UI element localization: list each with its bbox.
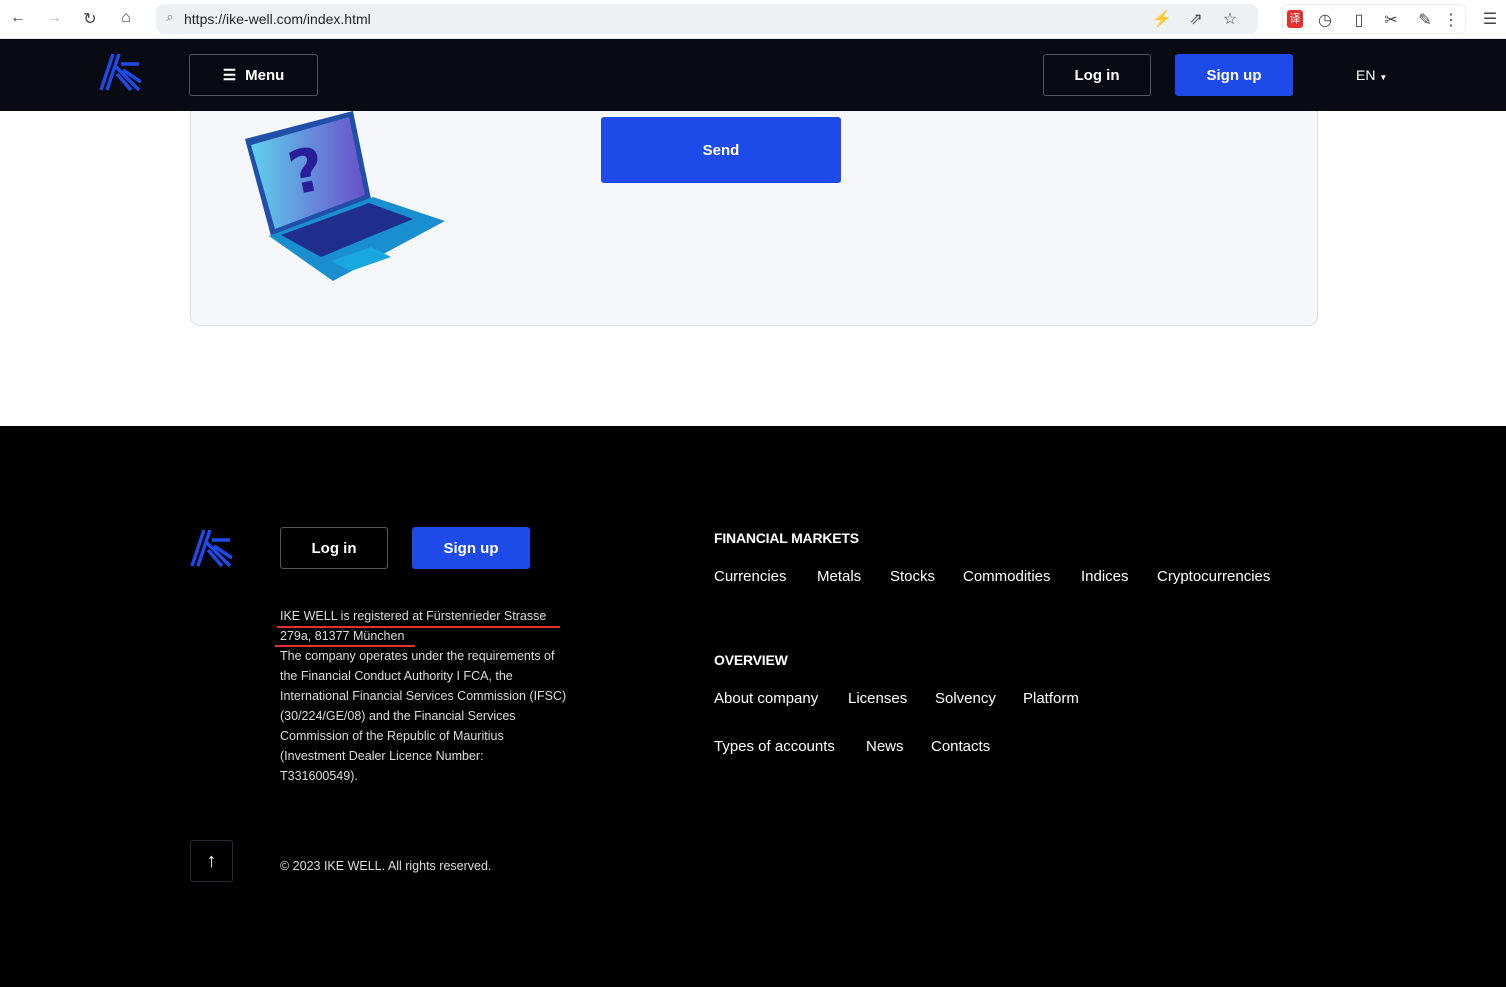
link-types-of-accounts[interactable]: Types of accounts [714, 738, 835, 755]
ike-well-logo[interactable] [99, 52, 141, 92]
url-text[interactable]: https://ike-well.com/index.html [184, 11, 371, 27]
legal-line: the Financial Conduct Authority I FCA, t… [280, 669, 513, 683]
link-about-company[interactable]: About company [714, 690, 818, 707]
legal-line: (30/224/GE/08) and the Financial Service… [280, 709, 516, 723]
lightning-icon[interactable]: ⚡ [1152, 9, 1172, 29]
address-line-2: 279a, 81377 München [280, 629, 405, 643]
top-navbar: ☰ Menu Log in Sign up EN ▼ [0, 39, 1506, 111]
send-button[interactable]: Send [601, 117, 841, 183]
legal-line: Commission of the Republic of Mauritius [280, 729, 504, 743]
footer: Log in Sign up IKE WELL is registered at… [0, 426, 1506, 987]
legal-line: International Financial Services Commiss… [280, 689, 567, 703]
company-info: IKE WELL is registered at Fürstenrieder … [280, 606, 590, 786]
link-indices[interactable]: Indices [1081, 568, 1129, 585]
language-selector[interactable]: EN ▼ [1356, 67, 1387, 83]
extensions-bar: 译 ◷ ▯ ✂ ✎ ⋮ [1282, 4, 1466, 34]
menu-button[interactable]: ☰ Menu [189, 54, 318, 96]
hamburger-icon: ☰ [222, 67, 237, 84]
legal-line: T331600549). [280, 769, 358, 783]
back-icon[interactable]: ← [8, 9, 28, 27]
link-currencies[interactable]: Currencies [714, 568, 787, 585]
scroll-to-top-button[interactable]: ↑ [190, 840, 233, 882]
financial-markets-heading: FINANCIAL MARKETS [714, 530, 859, 546]
overview-heading: OVERVIEW [714, 652, 788, 668]
pen-icon[interactable]: ✎ [1415, 10, 1435, 30]
link-commodities[interactable]: Commodities [963, 568, 1051, 585]
translate-icon[interactable]: 译 [1287, 10, 1303, 28]
link-news[interactable]: News [866, 738, 904, 755]
history-icon[interactable]: ◷ [1315, 10, 1335, 30]
red-underline [275, 645, 415, 647]
footer-logo[interactable] [190, 528, 232, 568]
copyright: © 2023 IKE WELL. All rights reserved. [280, 859, 492, 873]
arrow-up-icon: ↑ [206, 849, 217, 872]
scissors-icon[interactable]: ✂ [1381, 10, 1401, 30]
address-line-1: IKE WELL is registered at Fürstenrieder … [280, 609, 547, 623]
footer-signup-button[interactable]: Sign up [412, 527, 530, 569]
star-icon[interactable]: ☆ [1220, 9, 1240, 29]
footer-login-button[interactable]: Log in [280, 527, 388, 569]
reload-icon[interactable]: ↻ [80, 9, 100, 29]
browser-toolbar: ← → ↻ ⌂ ⌕ https://ike-well.com/index.htm… [0, 0, 1506, 39]
browser-menu-icon[interactable]: ☰ [1480, 9, 1500, 29]
address-bar[interactable]: ⌕ https://ike-well.com/index.html ⚡ ⇗ ☆ [156, 4, 1258, 34]
login-button[interactable]: Log in [1043, 54, 1151, 96]
laptop-question-illustration: ? [245, 111, 445, 281]
link-licenses[interactable]: Licenses [848, 690, 907, 707]
forward-icon[interactable]: → [44, 9, 64, 27]
signup-button[interactable]: Sign up [1175, 54, 1293, 96]
caret-down-icon: ▼ [1379, 73, 1388, 82]
home-icon[interactable]: ⌂ [116, 9, 136, 27]
link-contacts[interactable]: Contacts [931, 738, 990, 755]
search-icon: ⌕ [166, 9, 174, 24]
link-solvency[interactable]: Solvency [935, 690, 996, 707]
more-icon[interactable]: ⋮ [1441, 10, 1461, 30]
reader-icon[interactable]: ▯ [1349, 10, 1369, 30]
link-platform[interactable]: Platform [1023, 690, 1079, 707]
link-cryptocurrencies[interactable]: Cryptocurrencies [1157, 568, 1270, 585]
red-underline [277, 626, 560, 628]
legal-line: (Investment Dealer Licence Number: [280, 749, 484, 763]
link-stocks[interactable]: Stocks [890, 568, 935, 585]
language-label: EN [1356, 67, 1376, 83]
share-icon[interactable]: ⇗ [1186, 9, 1206, 29]
menu-label: Menu [245, 66, 285, 84]
link-metals[interactable]: Metals [817, 568, 861, 585]
legal-line: The company operates under the requireme… [280, 649, 555, 663]
